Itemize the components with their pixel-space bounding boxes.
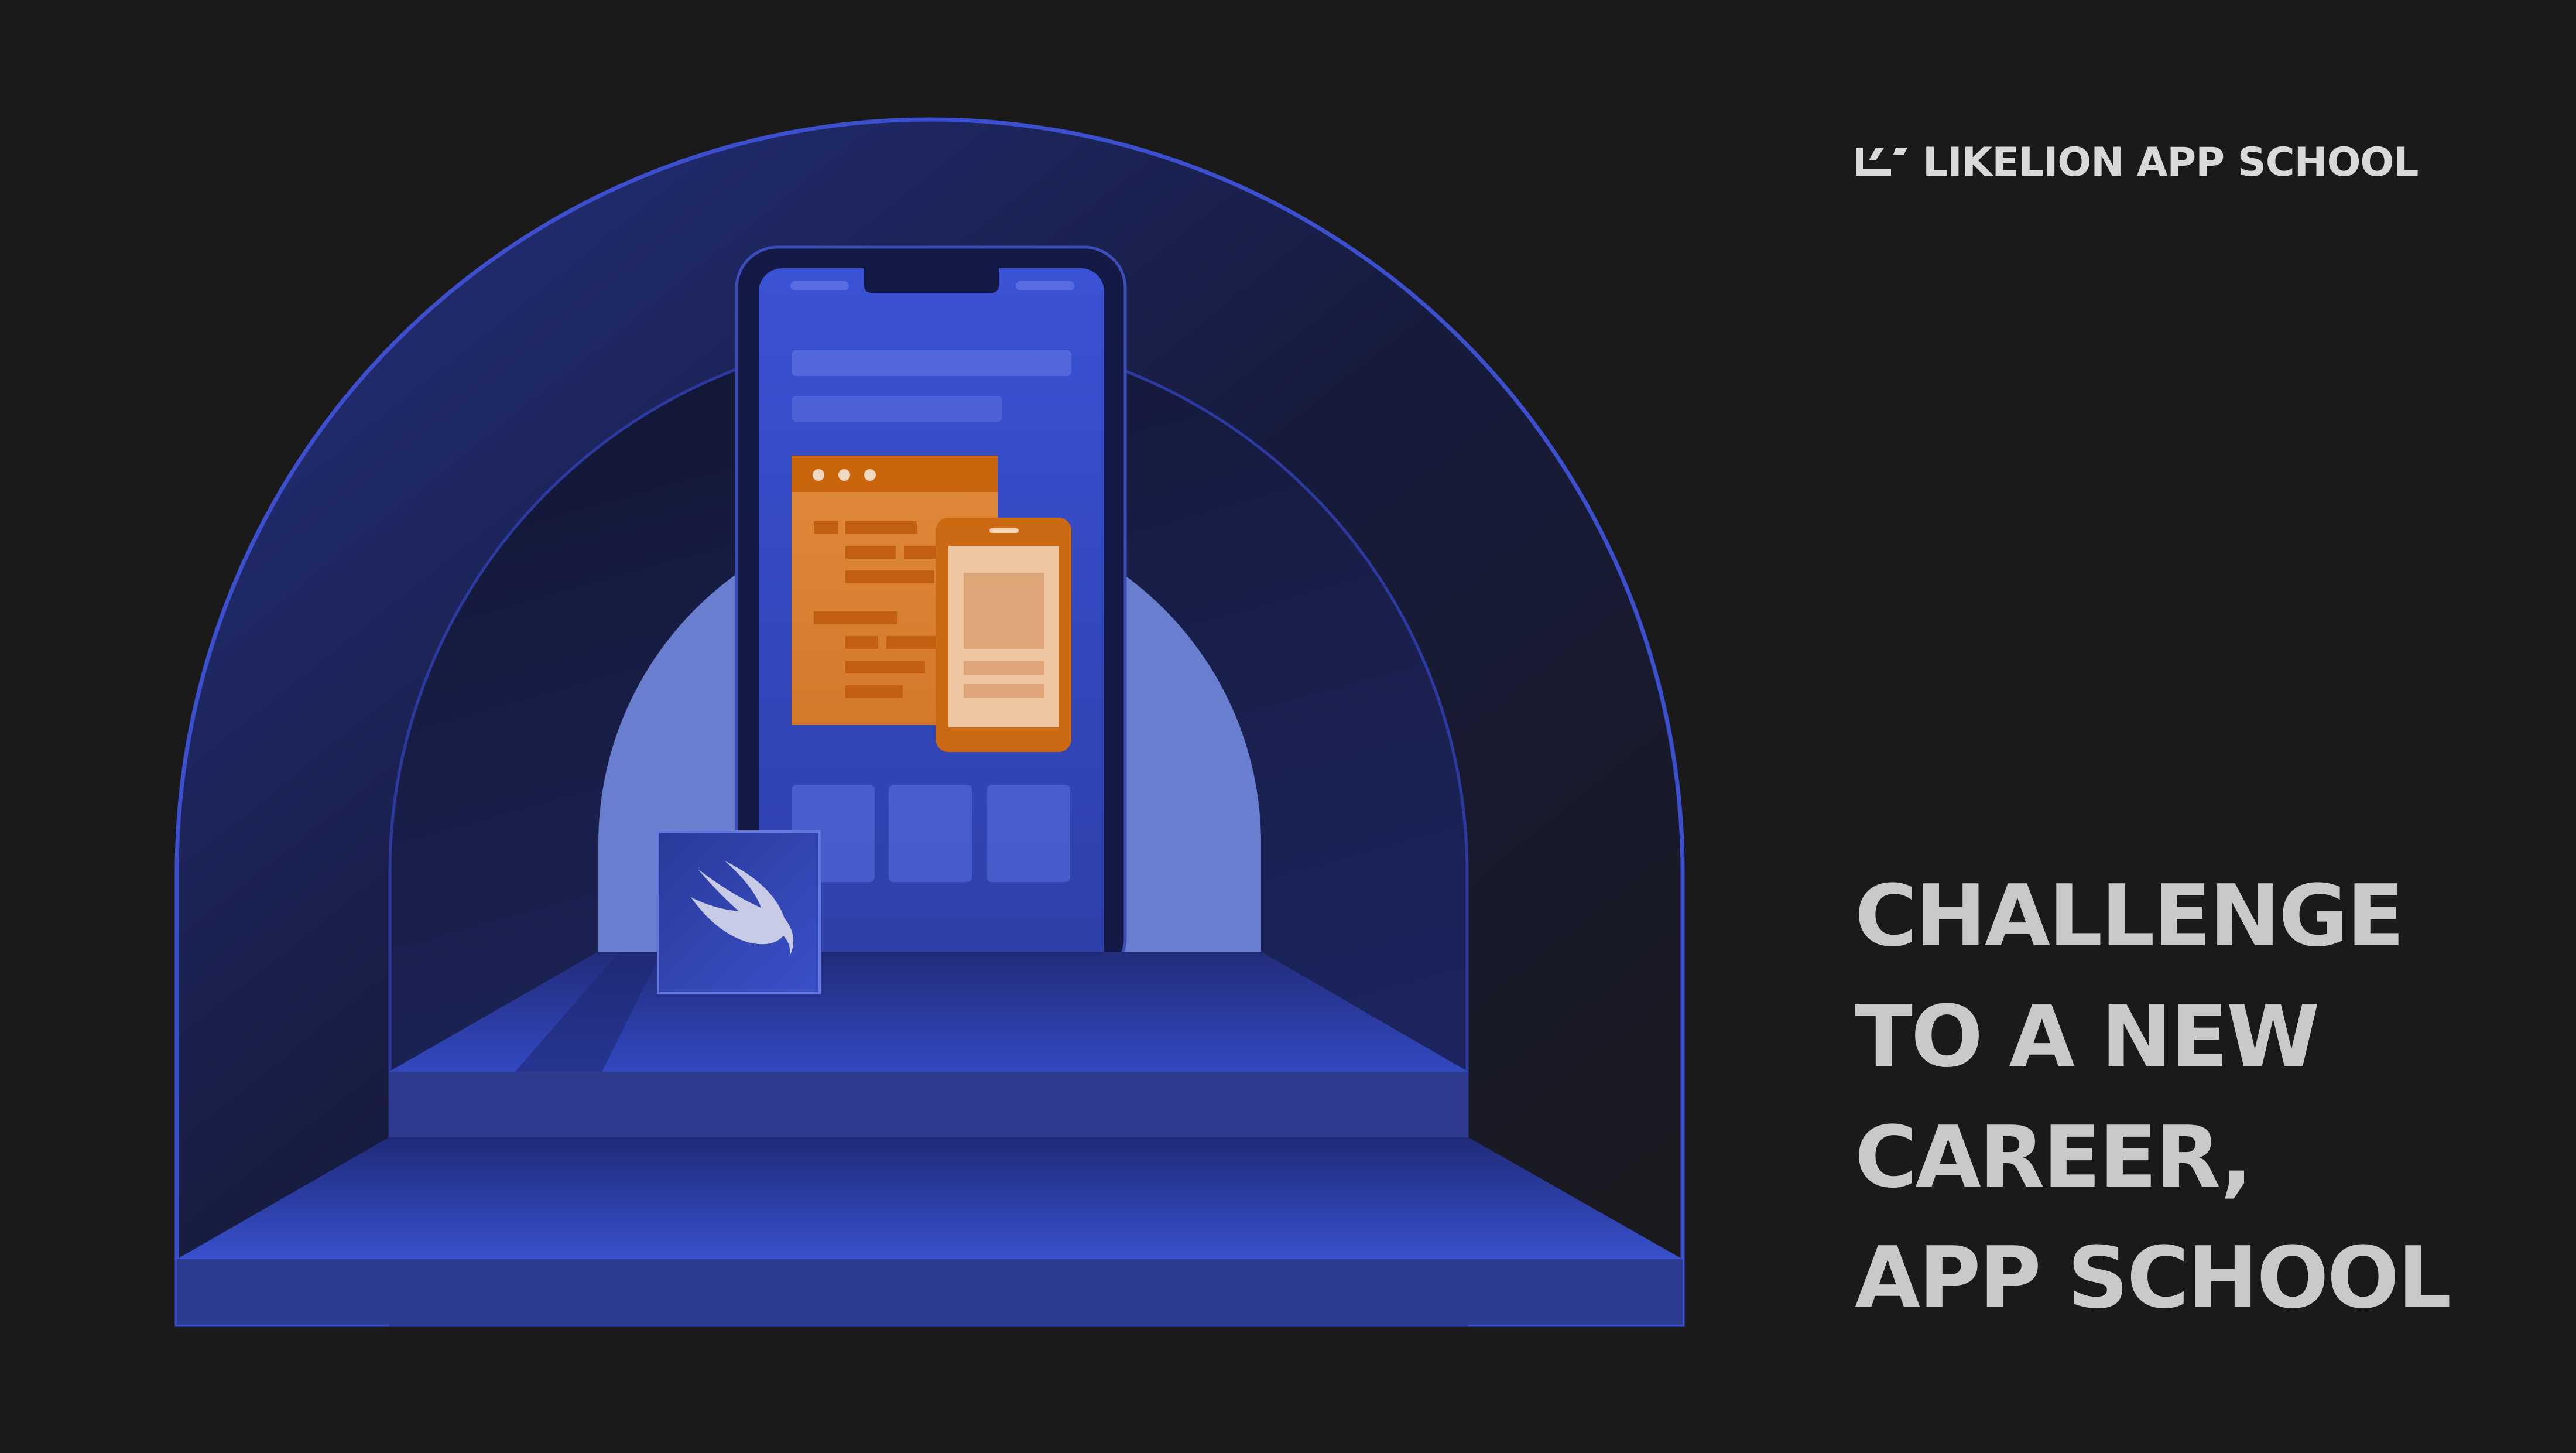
- swift-block-illustration: [657, 830, 821, 994]
- headline-line-2: TO A NEW: [1855, 987, 2320, 1086]
- brand-logo: LIKELION APP SCHOOL: [1855, 139, 2419, 186]
- headline-line-4: APP SCHOOL: [1855, 1229, 2451, 1328]
- likelion-logo-icon: [1856, 147, 1907, 176]
- headline-line-1: CHALLENGE: [1855, 867, 2404, 966]
- headline-line-3: CAREER,: [1855, 1108, 2253, 1207]
- headline: CHALLENGE TO A NEW CAREER, APP SCHOOL: [1855, 856, 2451, 1339]
- mobile-preview-illustration: [936, 518, 1071, 752]
- brand-name: LIKELION APP SCHOOL: [1923, 139, 2419, 186]
